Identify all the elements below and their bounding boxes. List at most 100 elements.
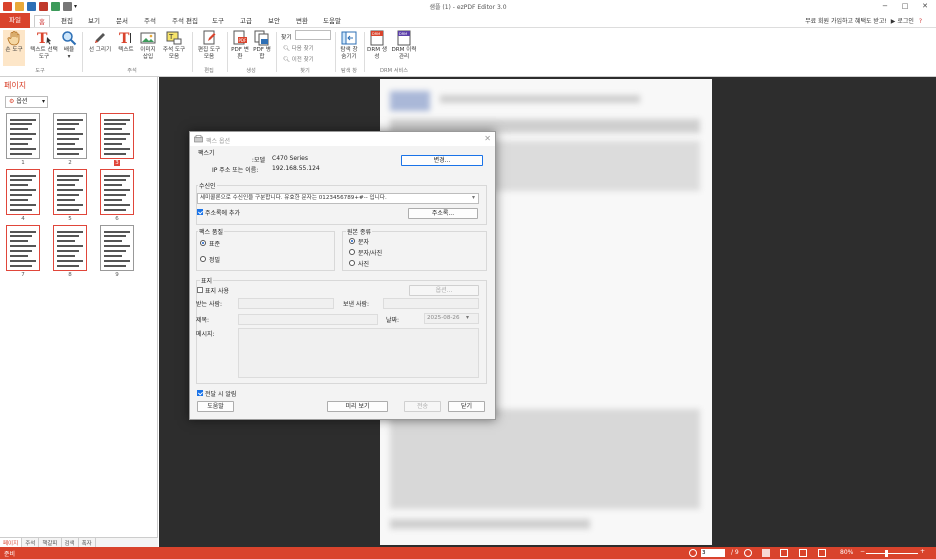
continuous-view-icon[interactable] <box>799 549 807 557</box>
insert-image-button[interactable]: 이미지 삽입 <box>138 30 158 60</box>
date-picker[interactable]: 2025-08-26 <box>424 313 479 324</box>
tab-annotation-edit[interactable]: 주석 편집 <box>168 15 202 27</box>
save-icon[interactable] <box>27 2 36 11</box>
login-link[interactable]: 로그인 <box>897 18 914 25</box>
minimize-button[interactable]: − <box>880 1 890 11</box>
open-icon[interactable] <box>15 2 24 11</box>
tab-view[interactable]: 보기 <box>84 15 104 27</box>
tab-file[interactable]: 파일 <box>0 13 30 28</box>
page-number-input[interactable]: 3 <box>701 549 725 557</box>
tab-edit[interactable]: 편집 <box>57 15 77 27</box>
page-thumbnail[interactable] <box>100 113 134 159</box>
tab-annotation[interactable]: 주석 <box>140 15 160 27</box>
maximize-button[interactable]: □ <box>900 1 910 11</box>
chevron-down-icon[interactable]: ▾ <box>472 194 475 201</box>
zoom-slider[interactable] <box>866 553 918 554</box>
zoom-out-icon[interactable]: − <box>860 548 865 555</box>
share-icon[interactable] <box>51 2 60 11</box>
page-thumbnail[interactable] <box>100 169 134 215</box>
close-window-button[interactable]: ✕ <box>920 1 930 11</box>
dialog-close-icon[interactable]: ✕ <box>484 134 491 143</box>
quality-standard-radio[interactable] <box>200 240 206 246</box>
hide-explorer-button[interactable]: 탐색 창 숨기기 <box>338 30 360 60</box>
quality-fine-radio[interactable] <box>200 256 206 262</box>
select-text-button[interactable]: T 텍스트 선택 도구 <box>29 30 59 60</box>
to-input[interactable] <box>238 298 334 309</box>
hand-tool-button[interactable]: 손 도구 <box>3 30 25 66</box>
source-photo-radio[interactable] <box>349 260 355 266</box>
two-page-view-icon[interactable] <box>780 549 788 557</box>
panel-tab-other[interactable]: 폭자 <box>79 538 96 547</box>
find-next-button[interactable]: 🔍︎ 다음 찾기 <box>283 44 314 52</box>
edit-tools-button[interactable]: 편집 도구 모음 <box>195 30 223 60</box>
message-textarea[interactable] <box>238 328 479 378</box>
page-thumbnail[interactable] <box>6 169 40 215</box>
page-thumbnail[interactable] <box>6 225 40 271</box>
use-cover-checkbox[interactable] <box>197 287 203 293</box>
from-input[interactable] <box>383 298 479 309</box>
help-button[interactable]: 도움말 <box>197 401 234 412</box>
tab-home[interactable]: 홈 <box>34 15 50 27</box>
pdf-convert-button[interactable]: PDF PDF 변환 <box>230 30 250 60</box>
help-icon[interactable]: ? <box>919 18 922 25</box>
notify-on-delivery-checkbox[interactable] <box>197 390 203 396</box>
tab-security[interactable]: 보안 <box>264 15 284 27</box>
panel-title: 페이지 <box>4 81 27 90</box>
grid-view-icon[interactable] <box>818 549 826 557</box>
tab-advanced[interactable]: 고급 <box>236 15 256 27</box>
promo-link[interactable]: 무료 회원 가입하고 혜택도 받고! <box>805 18 887 25</box>
calendar-icon[interactable]: ▾ <box>466 314 469 321</box>
source-text-radio[interactable] <box>349 238 355 244</box>
panel-tab-pages[interactable]: 페이지 <box>0 538 23 547</box>
panel-tab-search[interactable]: 검색 <box>62 538 79 547</box>
zoom-button[interactable]: 배율 ▾ <box>60 30 78 60</box>
quick-access-dropdown-icon[interactable]: ▾ <box>74 3 77 10</box>
thumbnail-text-line <box>57 250 79 252</box>
fax-icon <box>194 135 203 143</box>
single-page-view-icon[interactable] <box>762 549 770 557</box>
tab-convert[interactable]: 변환 <box>292 15 312 27</box>
change-fax-button[interactable]: 변경... <box>401 155 483 166</box>
tab-document[interactable]: 문서 <box>112 15 132 27</box>
thumbnail-text-line <box>104 138 126 140</box>
page-thumbnail[interactable] <box>100 225 134 271</box>
draw-line-button[interactable]: 선 그리기 <box>86 30 114 54</box>
text-button[interactable]: T 텍스트 <box>116 30 136 54</box>
page-thumbnail[interactable] <box>53 113 87 159</box>
send-button[interactable]: 전송 <box>404 401 441 412</box>
find-input[interactable] <box>295 30 331 40</box>
panel-tab-bookmarks[interactable]: 책갈피 <box>39 538 62 547</box>
recipient-input[interactable]: 세미콜론으로 수신인을 구분합니다. 유효한 문자는 0123456789+#-… <box>197 193 479 204</box>
preview-button[interactable]: 미리 보기 <box>327 401 388 412</box>
close-button[interactable]: 닫기 <box>448 401 485 412</box>
cover-options-button[interactable]: 옵션... <box>409 285 479 296</box>
tab-tools[interactable]: 도구 <box>208 15 228 27</box>
panel-tab-annotations[interactable]: 주석 <box>22 538 40 547</box>
page-thumbnail[interactable] <box>53 169 87 215</box>
addressbook-button[interactable]: 주소록... <box>408 208 478 219</box>
tab-help[interactable]: 도움말 <box>319 15 345 27</box>
thumbnail-text-line <box>57 255 75 257</box>
zoom-in-icon[interactable]: + <box>920 548 925 555</box>
drm-create-button[interactable]: DRM DRM 생성 <box>367 30 387 60</box>
drm-create-icon: DRM <box>370 30 384 46</box>
find-prev-button[interactable]: 🔍︎ 이전 찾기 <box>283 55 314 63</box>
thumbnail-text-line <box>57 231 83 233</box>
annotation-tools-button[interactable]: T 주석 도구 모음 <box>160 30 188 60</box>
next-page-icon[interactable] <box>744 549 752 557</box>
pdf-merge-button[interactable]: PDF 병합 <box>252 30 272 60</box>
page-thumbnail[interactable] <box>53 225 87 271</box>
thumbnail-text-line <box>10 199 28 201</box>
print-icon[interactable] <box>39 2 48 11</box>
prev-page-icon[interactable] <box>689 549 697 557</box>
add-to-addressbook-checkbox[interactable] <box>197 209 203 215</box>
thumbnail-text-line <box>57 240 75 242</box>
subject-input[interactable] <box>238 314 378 325</box>
panel-options-button[interactable]: ⚙ 옵션 ▾ <box>5 96 48 108</box>
scan-icon[interactable] <box>63 2 72 11</box>
source-text-photo-radio[interactable] <box>349 249 355 255</box>
zoom-slider-handle[interactable] <box>885 550 888 557</box>
thumbnail-text-line <box>10 133 36 135</box>
page-thumbnail[interactable] <box>6 113 40 159</box>
drm-history-button[interactable]: DRM DRM 이력 관리 <box>390 30 418 60</box>
